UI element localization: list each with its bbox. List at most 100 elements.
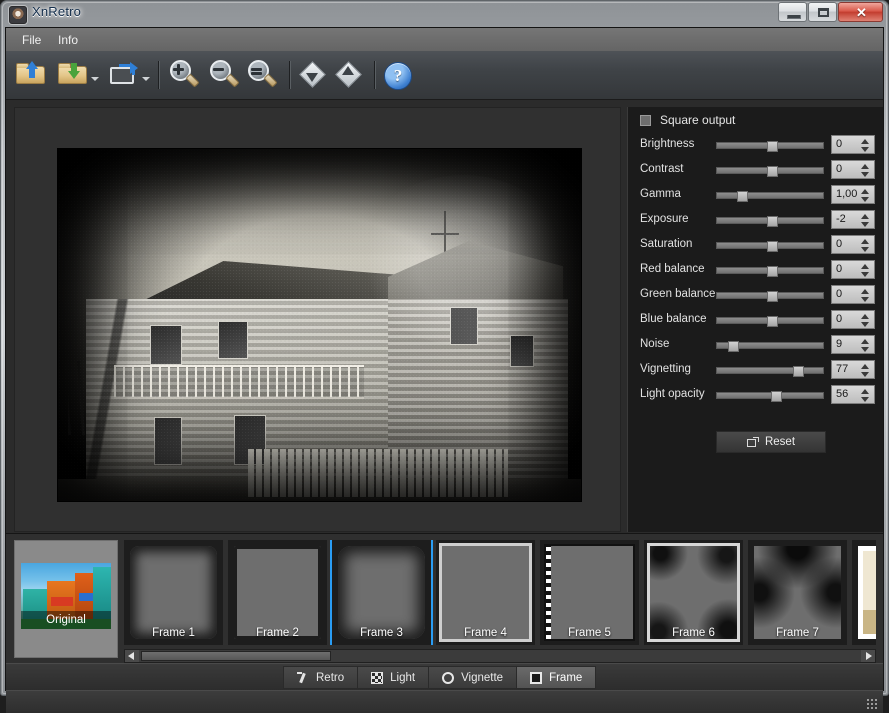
spinner-arrows-icon[interactable] bbox=[861, 289, 870, 302]
slider-thumb[interactable] bbox=[737, 191, 748, 202]
slider-thumb[interactable] bbox=[793, 366, 804, 377]
square-output-row[interactable]: Square output bbox=[640, 113, 735, 127]
slider-thumb[interactable] bbox=[767, 216, 778, 227]
frame-thumbnail-image bbox=[754, 546, 841, 639]
slider-thumb[interactable] bbox=[767, 241, 778, 252]
slider-thumb[interactable] bbox=[767, 166, 778, 177]
slider-thumb[interactable] bbox=[767, 316, 778, 327]
control-spinbox[interactable]: 1,00 bbox=[831, 185, 875, 204]
spinner-arrows-icon[interactable] bbox=[861, 389, 870, 402]
zoom-fit-button[interactable] bbox=[247, 59, 277, 91]
frame-thumbnail[interactable]: Frame 3 bbox=[332, 540, 431, 645]
frame-thumbnail-image bbox=[858, 546, 876, 639]
frame-thumbnail-label: Frame 8 bbox=[852, 627, 876, 639]
control-slider[interactable] bbox=[716, 342, 824, 349]
open-file-button[interactable] bbox=[16, 59, 46, 91]
tab-retro[interactable]: Retro bbox=[283, 666, 357, 689]
frame-thumbnail[interactable]: Frame 6 bbox=[644, 540, 743, 645]
control-slider[interactable] bbox=[716, 367, 824, 374]
scroll-right-icon[interactable] bbox=[861, 650, 875, 662]
tab-frame[interactable]: Frame bbox=[516, 666, 596, 689]
help-button[interactable]: ? bbox=[384, 59, 412, 91]
zoom-in-button[interactable] bbox=[169, 59, 199, 91]
control-spinbox[interactable]: 0 bbox=[831, 235, 875, 254]
slider-thumb[interactable] bbox=[767, 141, 778, 152]
control-spinbox[interactable]: 0 bbox=[831, 135, 875, 154]
spinner-arrows-icon[interactable] bbox=[861, 139, 870, 152]
spinner-arrows-icon[interactable] bbox=[861, 364, 870, 377]
control-spinbox[interactable]: 0 bbox=[831, 310, 875, 329]
chevron-down-icon[interactable] bbox=[142, 77, 150, 81]
spinner-arrows-icon[interactable] bbox=[861, 339, 870, 352]
square-output-checkbox[interactable] bbox=[640, 115, 651, 126]
spinner-arrows-icon[interactable] bbox=[861, 264, 870, 277]
control-slider[interactable] bbox=[716, 217, 824, 224]
frame-thumbnail[interactable]: Frame 7 bbox=[748, 540, 847, 645]
frame-thumbnail[interactable]: Frame 2 bbox=[228, 540, 327, 645]
frame-thumbnail-image bbox=[234, 546, 321, 639]
control-row: Exposure-2 bbox=[628, 208, 884, 233]
close-button[interactable]: ✕ bbox=[838, 2, 883, 22]
spinner-arrows-icon[interactable] bbox=[861, 189, 870, 202]
control-spinbox[interactable]: 56 bbox=[831, 385, 875, 404]
square-output-label: Square output bbox=[660, 113, 735, 127]
frame-thumbnail[interactable]: Frame 1 bbox=[124, 540, 223, 645]
filmstrip-scrollbar[interactable] bbox=[124, 649, 876, 663]
control-slider[interactable] bbox=[716, 192, 824, 199]
frame-thumbnail-inner: Frame 4 bbox=[436, 540, 535, 645]
xnretro-window: XnRetro ✕ File Info bbox=[0, 0, 889, 696]
preview-image bbox=[58, 149, 581, 501]
slider-thumb[interactable] bbox=[771, 391, 782, 402]
title-bar[interactable]: XnRetro ✕ bbox=[0, 0, 889, 27]
control-label: Light opacity bbox=[640, 388, 705, 400]
rotate-right-button[interactable] bbox=[335, 59, 363, 91]
control-spinbox[interactable]: 9 bbox=[831, 335, 875, 354]
control-spinbox[interactable]: 77 bbox=[831, 360, 875, 379]
slider-thumb[interactable] bbox=[767, 266, 778, 277]
original-thumbnail-label: Original bbox=[21, 611, 111, 629]
control-slider[interactable] bbox=[716, 317, 824, 324]
spinner-arrows-icon[interactable] bbox=[861, 239, 870, 252]
scrollbar-thumb[interactable] bbox=[141, 651, 331, 661]
menu-item-info[interactable]: Info bbox=[52, 32, 84, 48]
control-row: Saturation0 bbox=[628, 233, 884, 258]
chevron-down-icon[interactable] bbox=[91, 77, 99, 81]
reset-button[interactable]: Reset bbox=[716, 431, 826, 453]
menu-item-file[interactable]: File bbox=[16, 32, 47, 48]
frame-thumbnail[interactable]: Frame 8 bbox=[852, 540, 876, 645]
maximize-button[interactable] bbox=[808, 2, 837, 22]
control-slider[interactable] bbox=[716, 267, 824, 274]
spinner-arrows-icon[interactable] bbox=[861, 164, 870, 177]
zoom-out-button[interactable] bbox=[209, 59, 239, 91]
share-export-button[interactable] bbox=[109, 59, 139, 91]
control-spinbox[interactable]: 0 bbox=[831, 160, 875, 179]
tab-light[interactable]: Light bbox=[357, 666, 428, 689]
control-slider[interactable] bbox=[716, 167, 824, 174]
frame-thumbnail-inner: Frame 7 bbox=[748, 540, 847, 645]
frame-thumbnail[interactable]: Frame 4 bbox=[436, 540, 535, 645]
frame-thumbnail-label: Frame 5 bbox=[540, 627, 639, 639]
original-thumbnail[interactable]: Original bbox=[14, 540, 118, 658]
slider-thumb[interactable] bbox=[767, 291, 778, 302]
tab-vignette[interactable]: Vignette bbox=[428, 666, 516, 689]
slider-thumb[interactable] bbox=[728, 341, 739, 352]
spinner-arrows-icon[interactable] bbox=[861, 214, 870, 227]
minimize-button[interactable] bbox=[778, 2, 807, 22]
toolbar-separator bbox=[374, 61, 375, 89]
spinner-arrows-icon[interactable] bbox=[861, 314, 870, 327]
save-file-button[interactable] bbox=[58, 59, 88, 91]
control-slider[interactable] bbox=[716, 142, 824, 149]
frame-thumbnail[interactable]: Frame 5 bbox=[540, 540, 639, 645]
control-spinbox[interactable]: 0 bbox=[831, 285, 875, 304]
status-bar bbox=[6, 690, 883, 713]
control-spinbox[interactable]: -2 bbox=[831, 210, 875, 229]
scroll-left-icon[interactable] bbox=[125, 650, 139, 662]
control-spinbox[interactable]: 0 bbox=[831, 260, 875, 279]
control-slider[interactable] bbox=[716, 392, 824, 399]
window-controls: ✕ bbox=[777, 2, 883, 23]
control-slider[interactable] bbox=[716, 242, 824, 249]
resize-grip[interactable] bbox=[866, 698, 878, 710]
rotate-left-button[interactable] bbox=[299, 59, 327, 91]
preview-pane[interactable] bbox=[14, 107, 621, 532]
control-slider[interactable] bbox=[716, 292, 824, 299]
